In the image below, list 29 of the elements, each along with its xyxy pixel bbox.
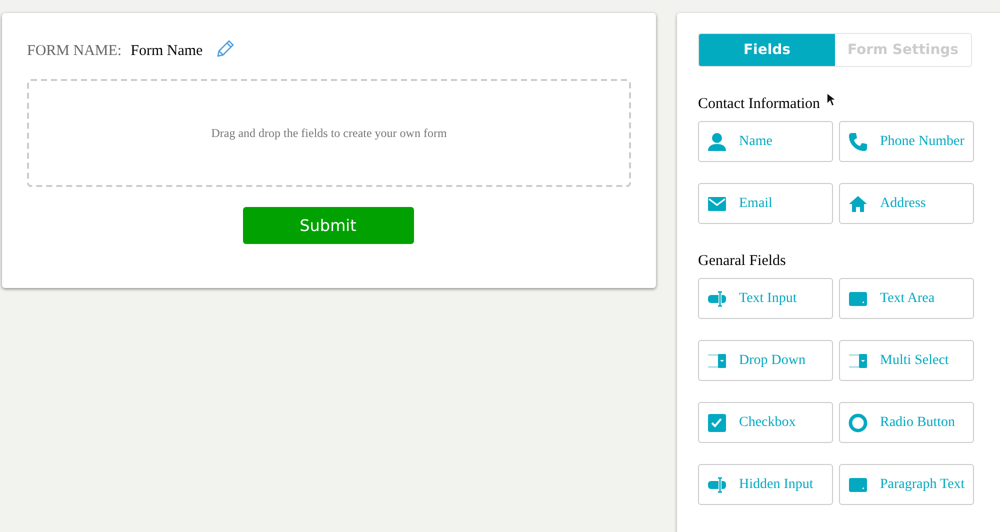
field-button[interactable]: Drop Down <box>698 340 833 381</box>
section-title: Genaral Fields <box>698 253 787 270</box>
drop-hint: Drag and drop the fields to create your own form <box>211 126 447 140</box>
section-title: Contact Information <box>698 96 820 113</box>
field-button[interactable]: Multi Select <box>839 340 974 381</box>
submit-button[interactable]: Submit <box>242 207 414 244</box>
text-input-icon <box>707 288 727 308</box>
field-button[interactable]: Phone Number <box>839 121 974 162</box>
field-button[interactable]: Text Input <box>698 278 833 319</box>
checkbox-icon <box>707 412 727 432</box>
field-button[interactable]: Address <box>839 183 974 224</box>
field-button[interactable]: Text Area <box>839 278 974 319</box>
house-icon <box>848 194 868 214</box>
tab[interactable]: Fields <box>699 34 835 66</box>
field-button[interactable]: Name <box>698 121 833 162</box>
radio-icon <box>848 412 868 432</box>
pencil-icon[interactable] <box>216 40 234 56</box>
drop-zone[interactable]: Drag and drop the fields to create your own form <box>27 79 631 187</box>
field-button[interactable]: Checkbox <box>698 402 833 443</box>
field-button[interactable]: Hidden Input <box>698 464 833 505</box>
field-button[interactable]: Paragraph Text <box>839 464 974 505</box>
field-button[interactable]: Radio Button <box>839 402 974 443</box>
form-name-value: Form Name <box>130 42 203 60</box>
phone-icon <box>848 132 868 152</box>
field-button[interactable]: Email <box>698 183 833 224</box>
form-name-label: FORM NAME: <box>27 42 122 60</box>
person-icon <box>707 132 727 152</box>
mouse-cursor-icon <box>826 92 836 107</box>
text-input-icon <box>707 474 727 494</box>
